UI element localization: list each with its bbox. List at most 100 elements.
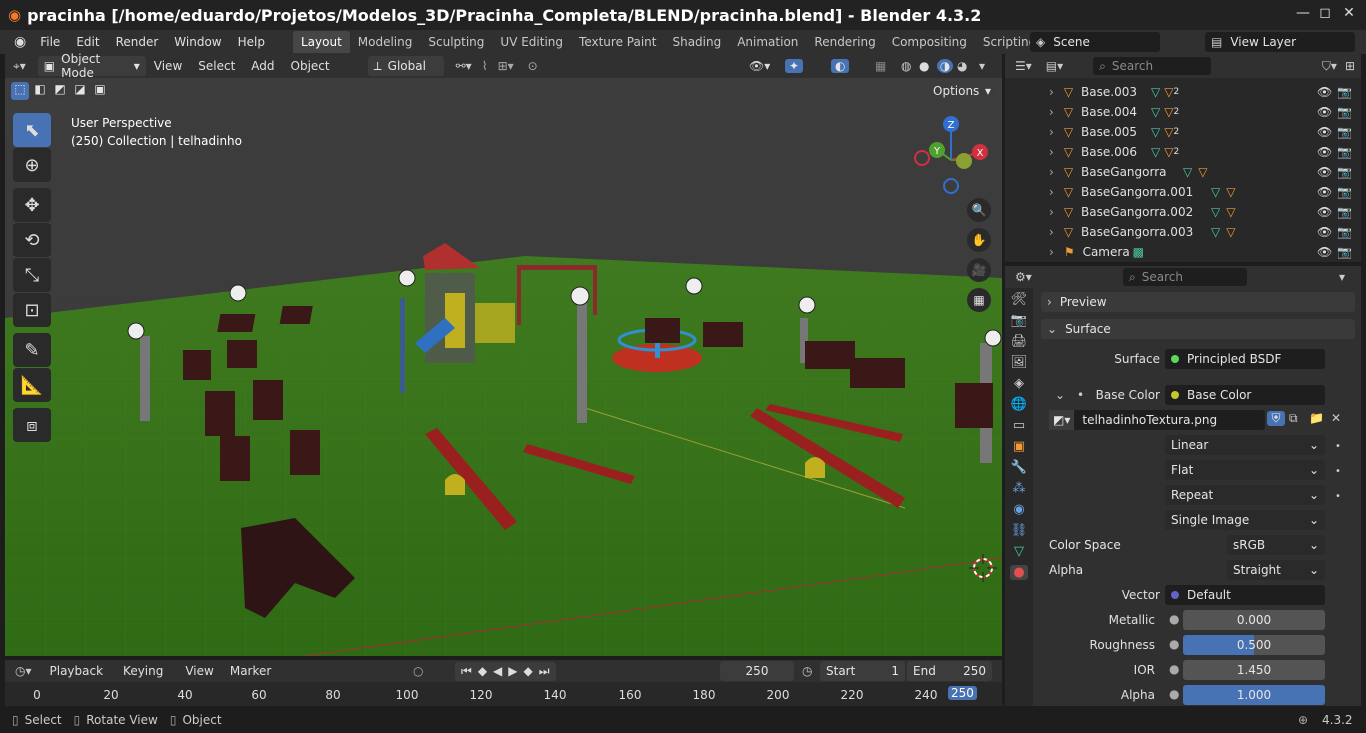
- ortho-grid-icon[interactable]: ▦: [967, 288, 991, 312]
- mode-dropdown[interactable]: ▣ Object Mode ▾: [37, 52, 146, 80]
- viewport-menu-add[interactable]: Add: [243, 54, 282, 78]
- filter-icon[interactable]: ⛉▾: [1322, 59, 1337, 74]
- gizmo-toggle-icon[interactable]: ✦: [785, 59, 804, 73]
- xray-icon[interactable]: ▦: [875, 59, 886, 73]
- color-space-dropdown[interactable]: sRGB ⌄: [1227, 535, 1325, 555]
- snap-target-icon[interactable]: ⊞▾: [498, 59, 514, 73]
- physics-tab-icon[interactable]: ◉: [1013, 502, 1024, 517]
- vector-field[interactable]: Default: [1165, 585, 1325, 605]
- snap-icon[interactable]: ⌇: [482, 59, 488, 73]
- outliner-row[interactable]: › ▽ BaseGangorra.003 ▽ ▽ 👁 📷: [1005, 222, 1361, 242]
- particles-tab-icon[interactable]: ⁂: [1013, 481, 1026, 496]
- next-keyframe-icon[interactable]: ◆: [524, 664, 533, 679]
- open-folder-icon[interactable]: 📁: [1309, 411, 1324, 425]
- interpolation-dropdown[interactable]: Linear ⌄: [1165, 435, 1325, 455]
- orientation-dropdown[interactable]: ⟂ Global: [367, 56, 444, 76]
- tab-animation[interactable]: Animation: [729, 31, 806, 53]
- end-frame-field[interactable]: End 250: [907, 661, 992, 681]
- timeline-menu-view[interactable]: View: [177, 659, 221, 683]
- outliner-row[interactable]: › ▽ BaseGangorra ▽ ▽ 👁 📷: [1005, 162, 1361, 182]
- options-button[interactable]: Options ▾: [927, 81, 997, 101]
- tool-add-cube[interactable]: ⧈: [13, 408, 51, 442]
- outliner-row[interactable]: › ▽ Base.005 ▽ ▽ 2 👁 📷: [1005, 122, 1361, 142]
- outliner-row[interactable]: › ▽ BaseGangorra.001 ▽ ▽ 👁 📷: [1005, 182, 1361, 202]
- material-tab-icon[interactable]: ●: [1010, 565, 1028, 580]
- outliner-editor-icon[interactable]: ☰▾: [1015, 59, 1032, 73]
- select-intersect-icon[interactable]: ▣: [91, 82, 109, 100]
- timeline-ruler[interactable]: 0 20 40 60 80 100 120 140 160 180 200 22…: [5, 682, 1002, 706]
- outliner-row[interactable]: › ▽ BaseGangorra.002 ▽ ▽ 👁 📷: [1005, 202, 1361, 222]
- eye-icon[interactable]: 👁: [1317, 225, 1332, 239]
- tool-cursor[interactable]: ⊕: [13, 148, 51, 182]
- surface-panel-header[interactable]: ⌄ Surface: [1041, 319, 1355, 339]
- tab-compositing[interactable]: Compositing: [884, 31, 975, 53]
- preview-panel-header[interactable]: › Preview: [1041, 292, 1355, 312]
- viewport-menu-view[interactable]: View: [146, 54, 190, 78]
- tab-texture-paint[interactable]: Texture Paint: [571, 31, 664, 53]
- view-layer-tab-icon[interactable]: 🖼: [1011, 355, 1028, 370]
- menu-help[interactable]: Help: [230, 30, 273, 54]
- blender-menu-icon[interactable]: ◉: [14, 34, 26, 50]
- keyframe-dot[interactable]: •: [1335, 434, 1341, 459]
- camera-render-icon[interactable]: 📷: [1337, 245, 1352, 259]
- chevron-down-icon[interactable]: ▾: [1339, 270, 1345, 284]
- current-frame-field[interactable]: 250: [720, 661, 794, 681]
- camera-render-icon[interactable]: 📷: [1337, 85, 1352, 99]
- tool-tab-icon[interactable]: 🛠: [1011, 292, 1028, 307]
- eye-icon[interactable]: 👁: [1317, 85, 1332, 99]
- collection-tab-icon[interactable]: ▭: [1013, 418, 1025, 433]
- prev-keyframe-icon[interactable]: ◆: [478, 664, 487, 679]
- new-collection-icon[interactable]: ⊞: [1345, 59, 1355, 73]
- shading-solid-icon[interactable]: ●: [919, 59, 929, 73]
- pan-hand-icon[interactable]: ✋: [967, 228, 991, 252]
- select-invert-icon[interactable]: ◪: [71, 82, 89, 100]
- tab-rendering[interactable]: Rendering: [806, 31, 883, 53]
- base-color-field[interactable]: Base Color: [1165, 385, 1325, 405]
- eye-icon[interactable]: 👁: [1317, 245, 1332, 259]
- source-dropdown[interactable]: Single Image ⌄: [1165, 510, 1325, 530]
- tab-layout[interactable]: Layout: [292, 31, 350, 53]
- visibility-icon[interactable]: 👁▾: [749, 59, 770, 73]
- eye-icon[interactable]: 👁: [1317, 165, 1332, 179]
- ior-slider[interactable]: 1.450: [1183, 660, 1325, 680]
- outliner-row[interactable]: › ⚑ Camera ▩ 👁 📷: [1005, 242, 1361, 262]
- shading-wireframe-icon[interactable]: ◍: [901, 59, 911, 73]
- editor-type-icon[interactable]: ⌖▾: [13, 59, 26, 74]
- render-tab-icon[interactable]: 📷: [1011, 313, 1027, 328]
- viewport-menu-object[interactable]: Object: [283, 54, 338, 78]
- tool-measure[interactable]: 📐: [13, 368, 51, 402]
- data-tab-icon[interactable]: ▽: [1014, 544, 1024, 559]
- timeline-menu-marker[interactable]: Marker: [222, 659, 279, 683]
- tab-uv-editing[interactable]: UV Editing: [492, 31, 571, 53]
- extension-dropdown[interactable]: Repeat ⌄: [1165, 485, 1325, 505]
- tool-select-box[interactable]: ⬉: [13, 113, 51, 147]
- outliner-row[interactable]: › ▽ Base.003 ▽ ▽ 2 👁 📷: [1005, 82, 1361, 102]
- camera-render-icon[interactable]: 📷: [1337, 105, 1352, 119]
- autokey-icon[interactable]: ○: [413, 664, 423, 678]
- playhead-marker[interactable]: 250: [948, 686, 977, 700]
- jump-end-icon[interactable]: ⏭: [539, 664, 550, 679]
- tab-shading[interactable]: Shading: [664, 31, 729, 53]
- roughness-slider[interactable]: 0.500: [1183, 635, 1325, 655]
- display-mode-icon[interactable]: ▤▾: [1046, 59, 1063, 73]
- camera-render-icon[interactable]: 📷: [1337, 165, 1352, 179]
- proportional-edit-icon[interactable]: ⊙: [528, 59, 538, 73]
- properties-search[interactable]: ⌕ Search: [1123, 268, 1247, 286]
- camera-render-icon[interactable]: 📷: [1337, 185, 1352, 199]
- viewport-menu-select[interactable]: Select: [190, 54, 243, 78]
- outliner-search[interactable]: ⌕ Search: [1093, 57, 1212, 75]
- metallic-slider[interactable]: 0.000: [1183, 610, 1325, 630]
- world-tab-icon[interactable]: 🌐: [1011, 397, 1027, 412]
- keyframe-dot[interactable]: •: [1335, 484, 1341, 509]
- properties-editor-icon[interactable]: ⚙▾: [1015, 270, 1032, 284]
- tool-annotate[interactable]: ✎: [13, 333, 51, 367]
- surface-shader-field[interactable]: Principled BSDF: [1165, 349, 1325, 369]
- projection-dropdown[interactable]: Flat ⌄: [1165, 460, 1325, 480]
- view-layer-selector[interactable]: ▤ View Layer: [1205, 32, 1355, 52]
- camera-view-icon[interactable]: 🎥: [967, 258, 991, 282]
- camera-render-icon[interactable]: 📷: [1337, 205, 1352, 219]
- keyframe-dot[interactable]: •: [1335, 459, 1341, 484]
- alpha-mode-dropdown[interactable]: Straight ⌄: [1227, 560, 1325, 580]
- timeline-editor-icon[interactable]: ◷▾: [15, 664, 32, 678]
- shading-rendered-icon[interactable]: ◕: [957, 59, 967, 73]
